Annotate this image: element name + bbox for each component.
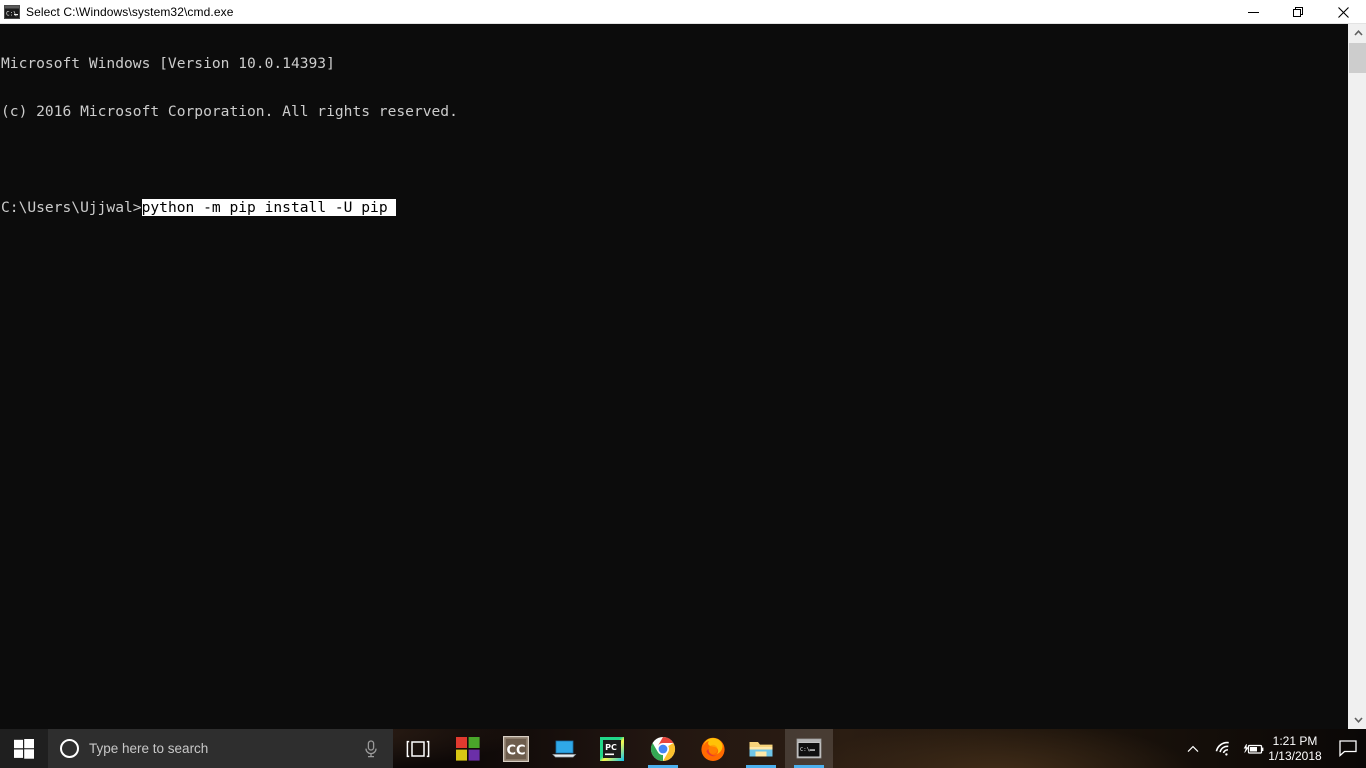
- taskbar-app-connect-laptop[interactable]: [540, 729, 588, 768]
- minimize-button[interactable]: [1231, 0, 1276, 24]
- clock-date: 1/13/2018: [1268, 748, 1322, 763]
- action-center-icon: [1339, 740, 1357, 757]
- network-button[interactable]: [1210, 729, 1238, 768]
- action-center-button[interactable]: [1330, 729, 1366, 768]
- start-button[interactable]: [0, 729, 48, 768]
- taskbar-app-google-chrome[interactable]: [639, 729, 687, 768]
- chrome-icon: [650, 736, 676, 761]
- ccleaner-icon: CC: [503, 735, 529, 762]
- task-view-button[interactable]: [396, 729, 440, 768]
- search-placeholder: Type here to search: [89, 741, 209, 756]
- scrollbar-down-button[interactable]: [1349, 711, 1366, 729]
- windows-logo-icon: [14, 738, 34, 759]
- wifi-icon: [1215, 741, 1229, 756]
- cortana-circle-icon: [60, 739, 79, 758]
- window-controls: [1231, 0, 1366, 24]
- cmd-window: C:\ Select C:\Windows\system32\cmd.exe M…: [0, 0, 1366, 729]
- console-line: Microsoft Windows [Version 10.0.14393]: [1, 55, 335, 72]
- taskbar-app-ccleaner[interactable]: CC: [492, 729, 540, 768]
- microphone-icon[interactable]: [363, 740, 379, 758]
- folder-icon: [749, 741, 773, 756]
- restore-icon: [1293, 6, 1303, 17]
- desktop-screen: C:\ Select C:\Windows\system32\cmd.exe M…: [0, 0, 1366, 768]
- chevron-up-icon: [1187, 745, 1199, 752]
- clock-time: 1:21 PM: [1272, 733, 1318, 748]
- microsoft-store-icon: [456, 736, 480, 761]
- firefox-icon: [701, 737, 725, 761]
- console-line: (c) 2016 Microsoft Corporation. All righ…: [1, 103, 458, 120]
- task-view-icon: [406, 740, 430, 757]
- cmd-taskbar-icon: C:\: [796, 738, 822, 758]
- svg-text:CC: CC: [506, 743, 525, 758]
- taskbar-app-pycharm[interactable]: PC: [588, 729, 636, 768]
- show-hidden-icons-button[interactable]: [1180, 729, 1206, 768]
- taskbar: Type here to search CC PC C:\ 1:21 PM 1/…: [0, 729, 1366, 768]
- console-selected-command: python -m pip install -U pip: [141, 199, 397, 216]
- laptop-icon: [552, 740, 577, 757]
- taskbar-app-file-explorer[interactable]: [737, 729, 785, 768]
- search-input[interactable]: Type here to search: [48, 729, 393, 768]
- cmd-icon: C:\: [4, 4, 20, 20]
- console-output[interactable]: Microsoft Windows [Version 10.0.14393] (…: [0, 24, 1348, 729]
- svg-text:C:\: C:\: [800, 747, 810, 753]
- console-scrollbar[interactable]: [1348, 24, 1366, 729]
- window-title: Select C:\Windows\system32\cmd.exe: [26, 4, 234, 19]
- console-prompt: C:\Users\Ujjwal>: [1, 199, 142, 216]
- close-icon: [1338, 6, 1349, 18]
- close-button[interactable]: [1321, 0, 1366, 24]
- console-prompt-line: C:\Users\Ujjwal>python -m pip install -U…: [1, 199, 1348, 216]
- scrollbar-up-button[interactable]: [1349, 24, 1366, 42]
- clock[interactable]: 1:21 PM 1/13/2018: [1260, 729, 1330, 768]
- pycharm-icon: PC: [600, 736, 624, 761]
- taskbar-app-microsoft-store[interactable]: [444, 729, 492, 768]
- chevron-up-icon: [1353, 30, 1363, 36]
- minimize-icon: [1248, 11, 1259, 13]
- scrollbar-thumb[interactable]: [1349, 43, 1366, 73]
- taskbar-app-mozilla-firefox[interactable]: [689, 729, 737, 768]
- restore-button[interactable]: [1276, 0, 1321, 24]
- svg-text:PC: PC: [605, 743, 617, 752]
- chevron-down-icon: [1353, 717, 1363, 723]
- taskbar-app-command-prompt[interactable]: C:\: [785, 729, 833, 768]
- window-titlebar[interactable]: C:\ Select C:\Windows\system32\cmd.exe: [0, 0, 1366, 24]
